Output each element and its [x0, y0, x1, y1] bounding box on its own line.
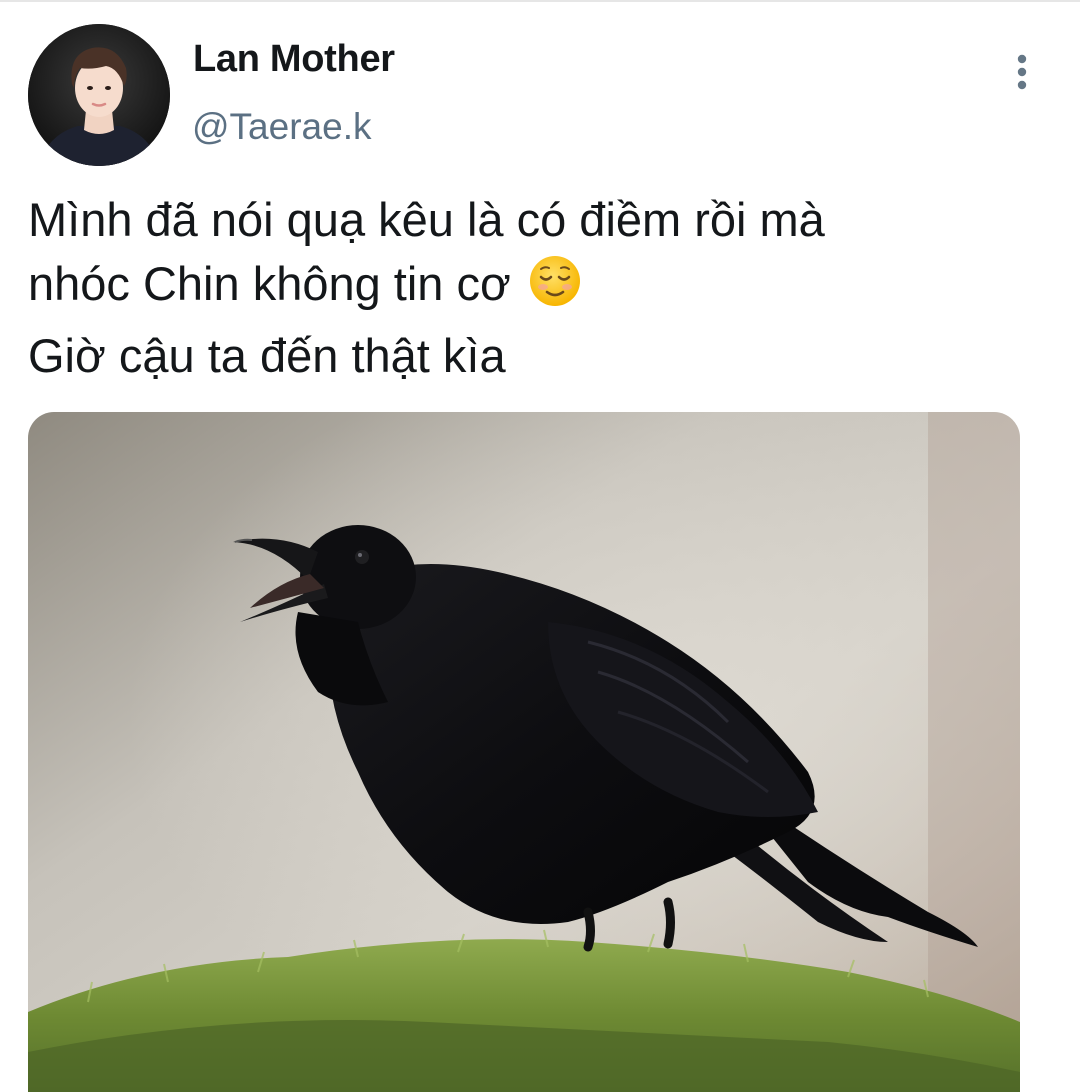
top-divider — [0, 0, 1080, 2]
vertical-ellipsis-icon — [1017, 54, 1027, 90]
more-options-button[interactable] — [1000, 48, 1044, 96]
author-handle[interactable]: @Taerae.k — [192, 106, 371, 148]
raven-photo — [28, 412, 1020, 1092]
tweet-text-line: Mình đã nói quạ kêu là có điềm rồi mà — [28, 193, 825, 246]
profile-photo-icon — [28, 24, 170, 166]
tweet-media-photo[interactable] — [28, 412, 1020, 1092]
tweet-text: Mình đã nói quạ kêu là có điềm rồi mà nh… — [28, 188, 1038, 388]
tweet-text-line: nhóc Chin không tin cơ — [28, 252, 1038, 324]
tweet-text-line: Giờ cậu ta đến thật kìa — [28, 329, 506, 382]
avatar[interactable] — [28, 24, 170, 166]
author-display-name[interactable]: Lan Mother — [193, 38, 395, 81]
tweet-text-segment: nhóc Chin không tin cơ — [28, 257, 511, 310]
relieved-face-emoji-icon — [528, 254, 582, 324]
